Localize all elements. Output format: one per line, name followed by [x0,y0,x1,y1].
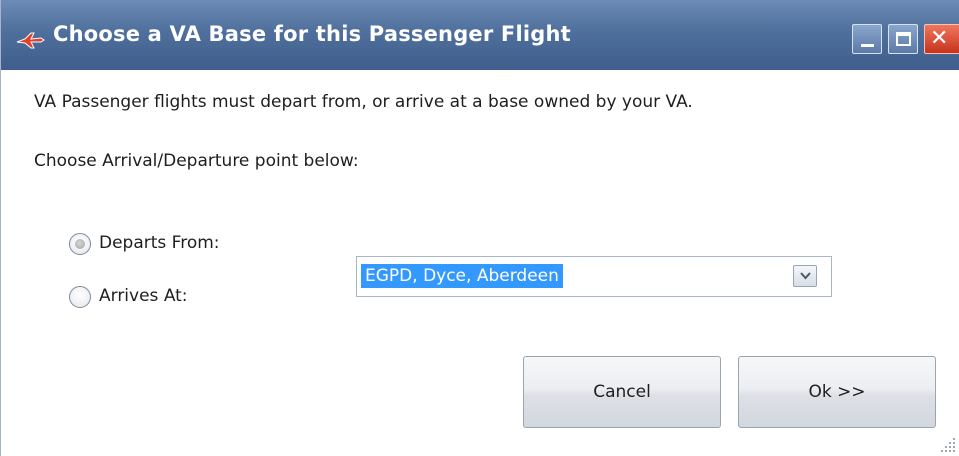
minimize-icon [861,44,874,47]
instruction-text: Choose Arrival/Departure point below: [34,151,359,171]
departs-from-label[interactable]: Departs From: [99,233,220,253]
minimize-button[interactable] [852,24,882,54]
chevron-down-icon [800,272,811,280]
arrives-at-label[interactable]: Arrives At: [99,286,188,306]
ok-button[interactable]: Ok >> [738,356,936,428]
window-title: Choose a VA Base for this Passenger Flig… [53,22,571,46]
dialog-window: Choose a VA Base for this Passenger Flig… [0,0,959,456]
maximize-button[interactable] [888,24,918,54]
plane-icon [16,32,45,49]
info-message: VA Passenger flights must depart from, o… [34,92,693,112]
radio-selected-dot [75,239,85,249]
close-icon: ✕ [930,26,949,51]
title-bar[interactable]: Choose a VA Base for this Passenger Flig… [1,0,959,70]
arrives-at-radio[interactable] [69,286,91,308]
close-button[interactable]: ✕ [924,24,959,54]
base-select-dropdown-button[interactable] [793,265,817,287]
cancel-button[interactable]: Cancel [523,356,721,428]
base-select[interactable]: EGPD, Dyce, Aberdeen [356,256,832,297]
maximize-icon [896,32,911,46]
base-select-value[interactable]: EGPD, Dyce, Aberdeen [361,264,563,288]
resize-grip-icon[interactable] [939,436,959,456]
departs-from-radio[interactable] [69,233,91,255]
